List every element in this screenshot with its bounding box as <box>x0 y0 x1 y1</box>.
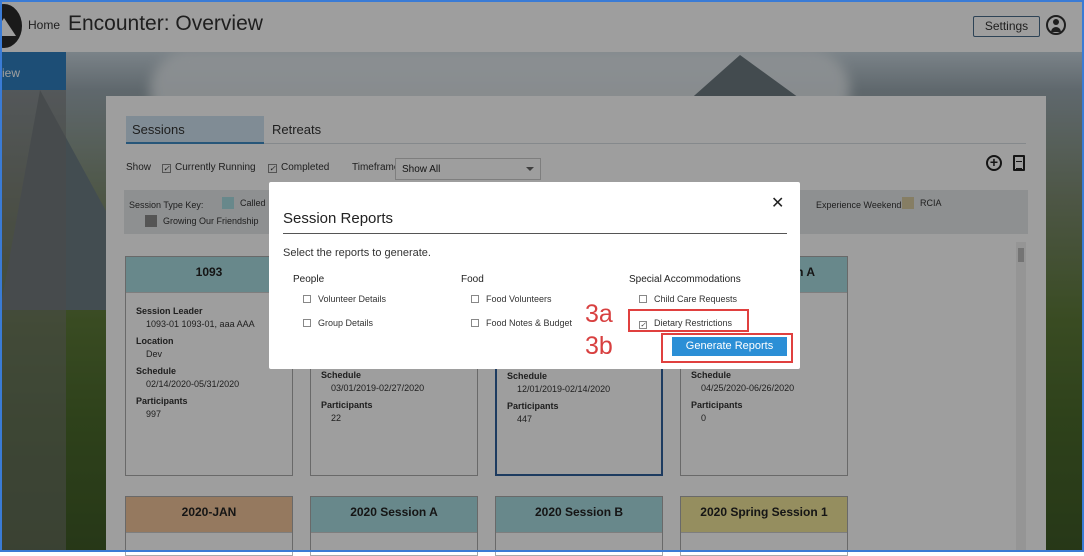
checkbox[interactable] <box>471 319 479 327</box>
checkbox[interactable] <box>639 295 647 303</box>
checkbox[interactable] <box>471 295 479 303</box>
step-label-3b: 3b <box>585 332 613 360</box>
modal-divider <box>283 233 787 234</box>
checkbox[interactable] <box>303 295 311 303</box>
step-label-3a: 3a <box>585 300 613 328</box>
modal-subtitle: Select the reports to generate. <box>283 247 431 259</box>
option-food-notes-budget[interactable]: Food Notes & Budget <box>471 318 572 328</box>
close-icon[interactable]: ✕ <box>771 196 784 212</box>
option-volunteer-details[interactable]: Volunteer Details <box>303 294 386 304</box>
column-heading-people: People <box>293 274 325 285</box>
highlight-dietary-restrictions <box>628 309 749 332</box>
option-group-details[interactable]: Group Details <box>303 318 373 328</box>
highlight-generate-reports <box>661 333 793 363</box>
option-food-volunteers[interactable]: Food Volunteers <box>471 294 552 304</box>
column-heading-food: Food <box>461 274 484 285</box>
modal-title: Session Reports <box>283 210 394 227</box>
column-heading-special-accommodations: Special Accommodations <box>629 274 741 285</box>
checkbox[interactable] <box>303 319 311 327</box>
option-child-care-requests[interactable]: Child Care Requests <box>639 294 737 304</box>
